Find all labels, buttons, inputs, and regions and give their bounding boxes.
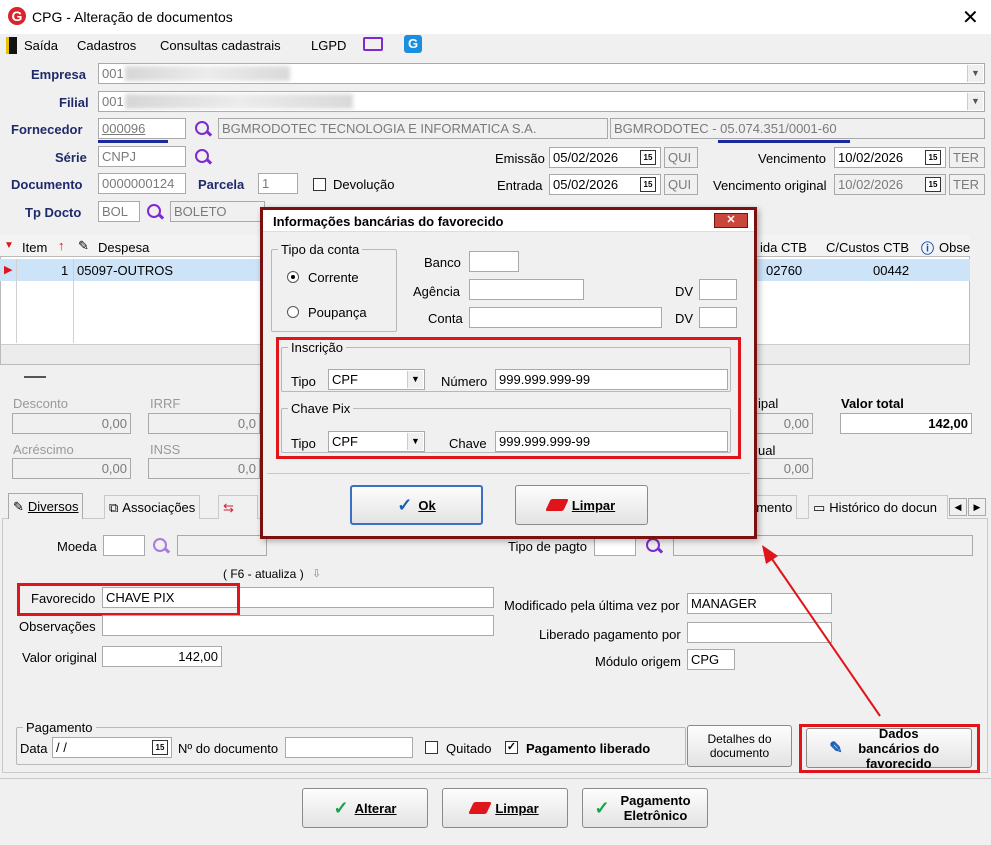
conta-input[interactable]: [469, 307, 662, 328]
dv-agencia-input[interactable]: [699, 279, 737, 300]
ok-button[interactable]: ✓ Ok: [350, 485, 483, 525]
alterar-label: Alterar: [354, 800, 397, 816]
tipo-conta-legend: Tipo da conta: [281, 242, 360, 257]
eraser-icon: [545, 499, 569, 511]
ok-label: Ok: [418, 497, 436, 513]
banco-label: Banco: [424, 255, 461, 270]
check-icon: ✓: [397, 494, 413, 515]
agencia-label: Agência: [413, 284, 460, 299]
pagamento-eletronico-label: Pagamento Eletrônico: [620, 793, 691, 823]
highlight-inscricao-pix: [276, 337, 741, 459]
corrente-radio[interactable]: [287, 271, 299, 283]
poupanca-radio[interactable]: [287, 306, 299, 318]
dialog-limpar-button[interactable]: Limpar: [515, 485, 648, 525]
check-icon: ✓: [333, 797, 349, 818]
corrente-label: Corrente: [308, 270, 359, 285]
eraser-icon: [468, 802, 493, 814]
dialog-title-bar: Informações bancárias do favorecido ✕: [263, 210, 754, 232]
bank-info-dialog: Informações bancárias do favorecido ✕ Ti…: [260, 207, 757, 539]
check-icon: ✓: [594, 797, 610, 818]
dv-agencia-label: DV: [675, 284, 694, 299]
footer-separator: [0, 778, 991, 779]
dv-conta-input[interactable]: [699, 307, 737, 328]
dialog-title: Informações bancárias do favorecido: [273, 214, 504, 229]
alterar-button[interactable]: ✓ Alterar: [302, 788, 428, 828]
dialog-button-divider: [267, 473, 750, 474]
close-icon[interactable]: ✕: [714, 213, 748, 228]
poupanca-label: Poupança: [308, 305, 367, 320]
limpar-label: Limpar: [495, 800, 539, 816]
dv-conta-label: DV: [675, 311, 694, 326]
conta-label: Conta: [428, 311, 463, 326]
agencia-input[interactable]: [469, 279, 584, 300]
dialog-limpar-label: Limpar: [571, 497, 616, 513]
pagamento-eletronico-button[interactable]: ✓ Pagamento Eletrônico: [582, 788, 708, 828]
banco-input[interactable]: [469, 251, 519, 272]
limpar-button[interactable]: Limpar: [442, 788, 568, 828]
